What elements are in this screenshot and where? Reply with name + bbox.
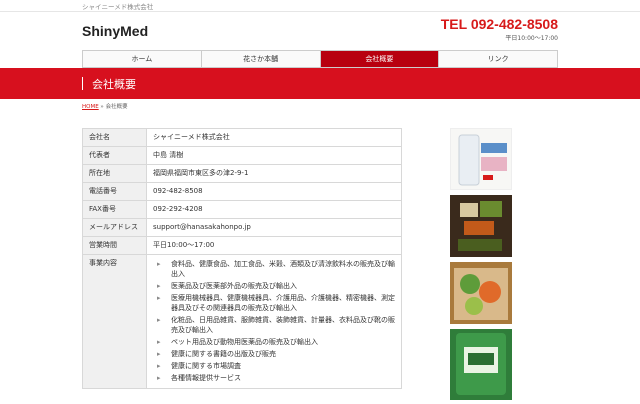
row-value: 平日10:00〜17:00 [146,236,402,255]
row-label: FAX番号 [82,200,147,219]
table-row: 所在地 福岡県福岡市東区多の津2-9-1 [82,164,402,183]
product-image-vegetables[interactable] [450,262,512,324]
row-value: シャイニーメド株式会社 [146,128,402,147]
list-item: 食料品、健康食品、加工食品、米穀、酒類及び清涼飲料水の販売及び輸出入 [157,259,395,279]
table-row: 電話番号 092-482-8508 [82,182,402,201]
row-label: 営業時間 [82,236,147,255]
row-label: 電話番号 [82,182,147,201]
nav-company[interactable]: 会社概要 [319,51,439,67]
row-value: 092-482-8508 [146,182,402,201]
company-name-small: シャイニーメド株式会社 [82,3,154,11]
business-hours: 平日10:00〜17:00 [505,35,558,42]
company-info-table: 会社名 シャイニーメド株式会社 代表者 中島 清樹 所在地 福岡県福岡市東区多の津2-… [82,128,402,389]
list-item: 化粧品、日用品雑貨、服飾雑貨、装飾雑貨、計量器、衣料品及び靴の販売及び輸出入 [157,315,395,335]
list-item: 健康に関する書籍の出版及び販売 [157,349,395,359]
row-value: 福岡県福岡市東区多の津2-9-1 [146,164,402,183]
row-value: 中島 清樹 [146,146,402,165]
cosmetic-bottle-icon [458,134,507,186]
vegetables-icon [454,268,508,320]
title-divider [82,77,83,90]
row-label: 所在地 [82,164,147,183]
top-bar: シャイニーメド株式会社 [0,0,640,12]
list-item: 医療用機械器具、健康機械器具、介護用品、介護機器、精密機器、測定器具及びその関連… [157,293,395,313]
breadcrumb-home[interactable]: HOME [82,104,99,110]
main-nav: ホーム 花さか本舗 会社概要 リンク [82,50,558,68]
row-label: 会社名 [82,128,147,147]
table-row: メールアドレス support@hanasakahonpo.jp [82,218,402,237]
row-value: 食料品、健康食品、加工食品、米穀、酒類及び清涼飲料水の販売及び輸出入 医薬品及び… [146,254,402,389]
product-image-cosmetic[interactable] [450,128,512,190]
product-image-food[interactable] [450,195,512,257]
row-label: 事業内容 [82,254,147,389]
nav-links[interactable]: リンク [438,51,558,67]
table-row: 営業時間 平日10:00〜17:00 [82,236,402,255]
nav-home[interactable]: ホーム [82,51,201,67]
list-item: 健康に関する市場調査 [157,361,395,371]
product-image-aojiru[interactable] [450,329,512,400]
business-list: 食料品、健康食品、加工食品、米穀、酒類及び清涼飲料水の販売及び輸出入 医薬品及び… [153,259,395,383]
page-title-band: 会社概要 [0,68,640,99]
list-item: ペット用品及び動物用医薬品の販売及び輸出入 [157,337,395,347]
food-package-icon [458,201,502,251]
breadcrumb: HOME » 会社概要 [82,102,128,110]
row-value: support@hanasakahonpo.jp [146,218,402,237]
row-label: 代表者 [82,146,147,165]
site-logo[interactable]: ShinyMed [82,23,148,39]
table-row: FAX番号 092-292-4208 [82,200,402,219]
phone-number: TEL 092-482-8508 [440,16,558,32]
breadcrumb-current: 会社概要 [105,104,128,110]
list-item: 医薬品及び医薬部外品の販売及び輸出入 [157,281,395,291]
row-label: メールアドレス [82,218,147,237]
table-row: 事業内容 食料品、健康食品、加工食品、米穀、酒類及び清涼飲料水の販売及び輸出入 … [82,254,402,389]
list-item: 各種情報提供サービス [157,373,395,383]
nav-hanasaka[interactable]: 花さか本舗 [200,51,320,67]
breadcrumb-separator: » [98,104,106,110]
page-title: 会社概要 [92,78,136,91]
aojiru-pack-icon [456,333,506,395]
row-value: 092-292-4208 [146,200,402,219]
table-row: 代表者 中島 清樹 [82,146,402,165]
table-row: 会社名 シャイニーメド株式会社 [82,128,402,147]
